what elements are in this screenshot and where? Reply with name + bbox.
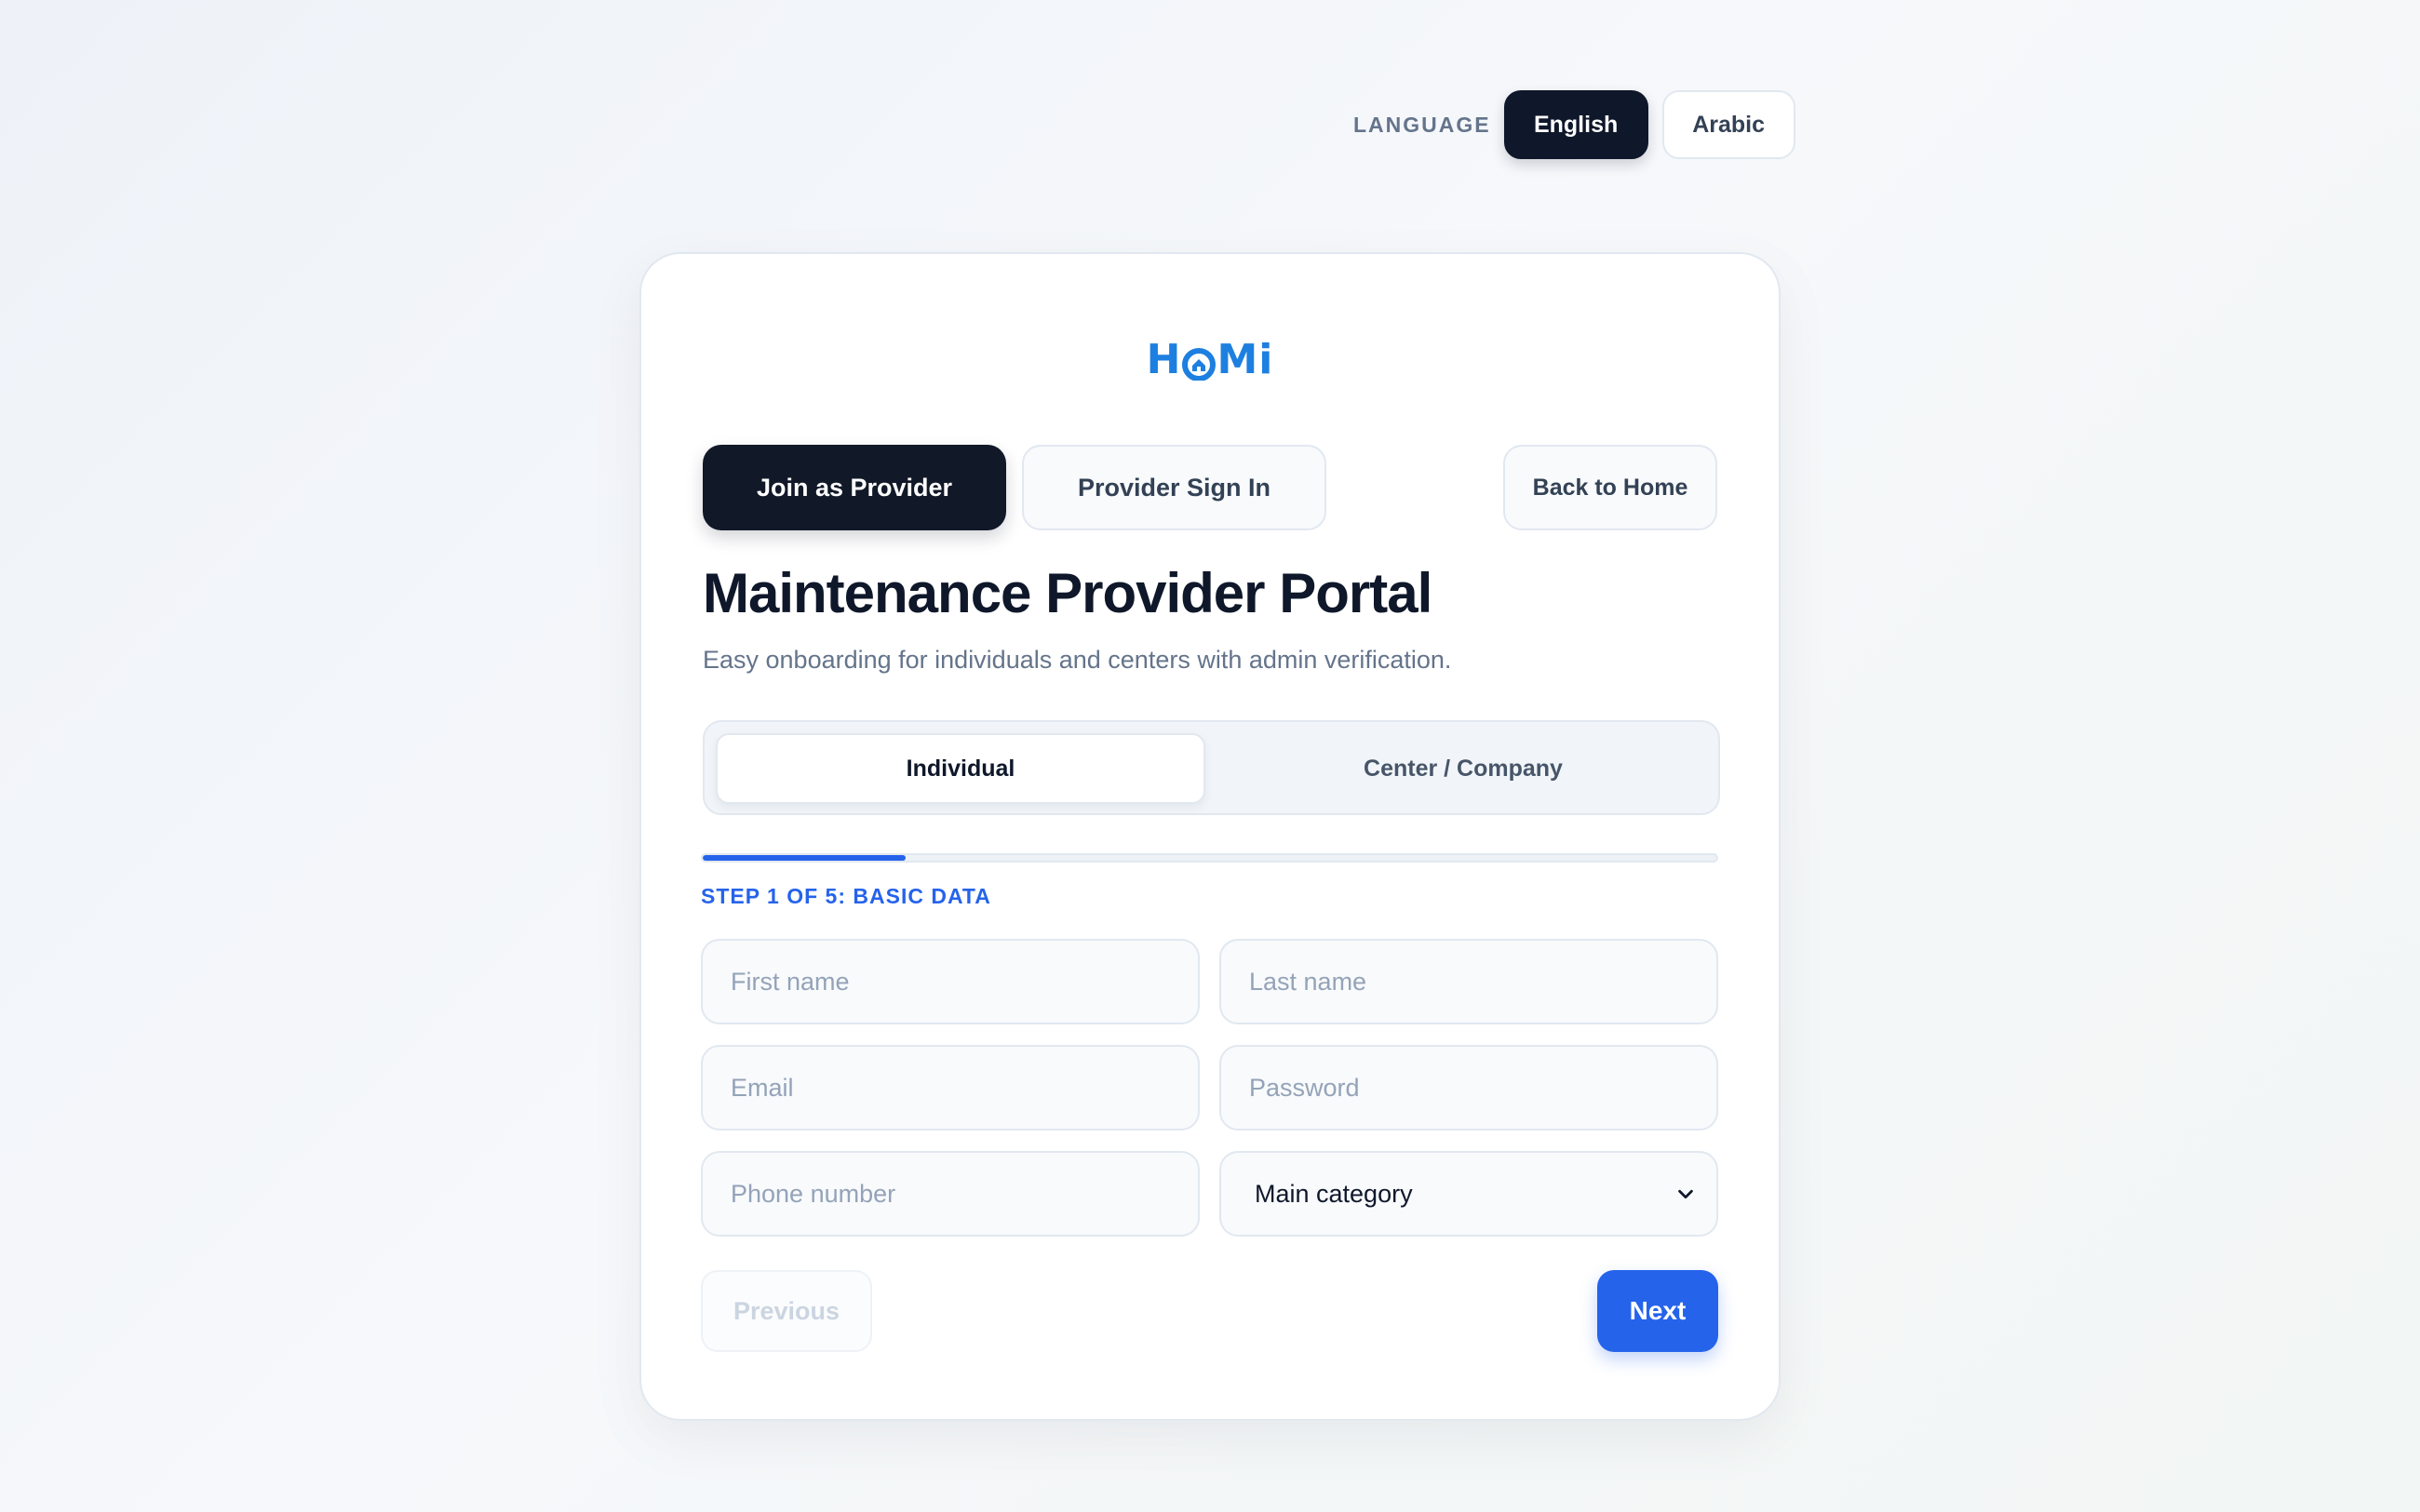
back-to-home-button[interactable]: Back to Home [1503,445,1717,530]
account-type-center-company[interactable]: Center / Company [1217,733,1710,804]
top-navigation: Join as Provider Provider Sign In Back t… [703,445,1717,530]
logo-text-right: Mi [1217,336,1274,383]
page-title: Maintenance Provider Portal [703,562,1432,624]
phone-number-input[interactable] [701,1151,1200,1237]
homi-logo: H Mi [641,336,1779,383]
last-name-input[interactable] [1219,939,1718,1024]
account-type-individual[interactable]: Individual [716,733,1205,804]
house-icon [1182,343,1217,381]
page-subtitle: Easy onboarding for individuals and cent… [703,646,1452,674]
previous-button[interactable]: Previous [701,1270,872,1352]
step-progress-fill [703,855,906,861]
account-type-toggle: Individual Center / Company [703,720,1720,815]
email-input[interactable] [701,1045,1200,1131]
language-switcher: LANGUAGE English Arabic [1353,90,1795,159]
step-label: STEP 1 OF 5: BASIC DATA [701,884,991,908]
logo-text-left: H [1146,336,1182,383]
language-arabic-button[interactable]: Arabic [1661,90,1795,159]
language-label: LANGUAGE [1353,112,1491,137]
language-english-button[interactable]: English [1503,90,1648,159]
chevron-down-icon [1678,1189,1693,1199]
next-button[interactable]: Next [1597,1270,1718,1352]
join-as-provider-button[interactable]: Join as Provider [703,445,1006,530]
main-category-value: Main category [1255,1179,1413,1208]
provider-sign-in-button[interactable]: Provider Sign In [1022,445,1326,530]
provider-portal-card: H Mi Join as Provider Provider Sign In B… [639,252,1781,1421]
main-category-select[interactable]: Main category [1219,1151,1718,1237]
first-name-input[interactable] [701,939,1200,1024]
password-input[interactable] [1219,1045,1718,1131]
step-progress-bar [701,853,1718,863]
